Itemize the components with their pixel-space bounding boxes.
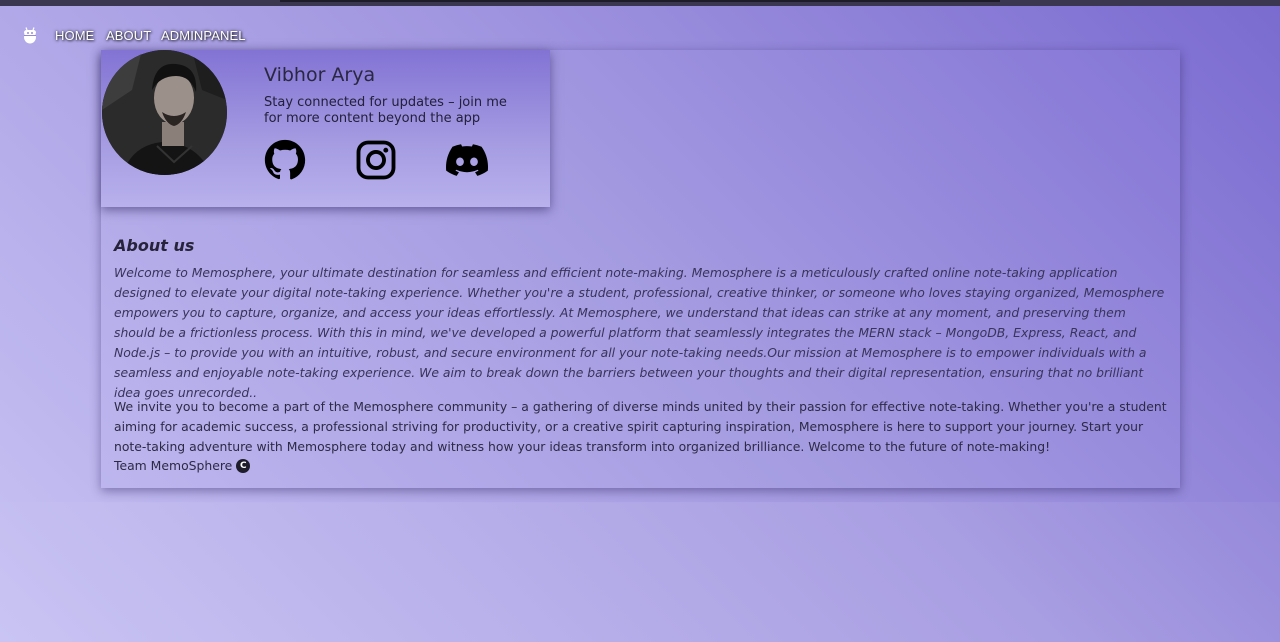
discord-icon[interactable] [446,139,488,181]
nav-home-link[interactable]: HOME [55,28,94,43]
avatar [102,50,227,175]
navbar: HOME ABOUT ADMINPANEL [0,22,400,50]
nav-adminpanel-link[interactable]: ADMINPANEL [161,28,246,43]
about-title: About us [114,236,195,255]
avatar-photo [102,50,227,175]
about-paragraph-intro: Welcome to Memosphere, your ultimate des… [114,265,1165,400]
copyright-icon: C [236,459,251,473]
signoff-text: Team MemoSphere [114,457,233,473]
scrollbar-track [280,0,1000,2]
instagram-icon[interactable] [355,139,397,181]
about-paragraph-invite: We invite you to become a part of the Me… [114,399,1167,454]
profile-tagline: Stay connected for updates – join me for… [264,95,507,126]
android-robot-icon[interactable] [21,27,39,45]
github-icon[interactable] [264,139,306,181]
signoff: Team MemoSphere C [114,457,251,473]
nav-about-link[interactable]: ABOUT [106,28,151,43]
profile-card: Vibhor Arya Stay connected for updates –… [101,50,550,207]
profile-name: Vibhor Arya [264,64,376,86]
